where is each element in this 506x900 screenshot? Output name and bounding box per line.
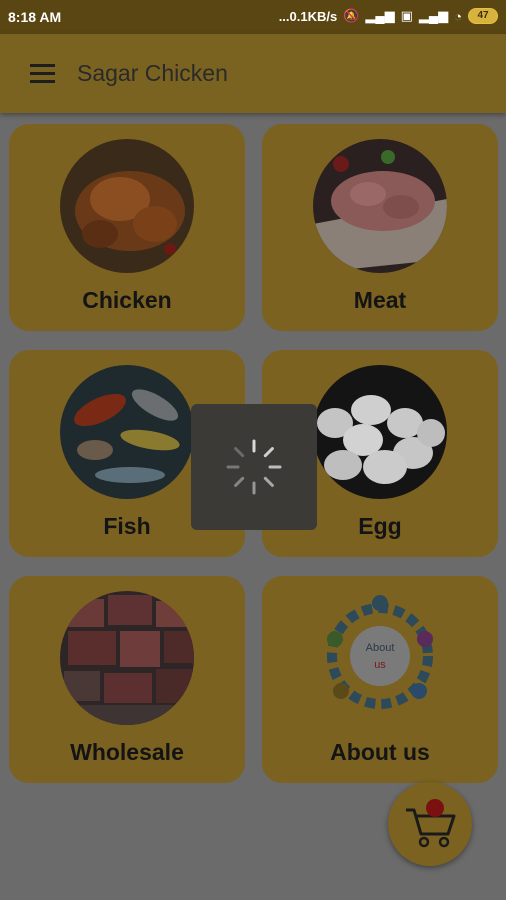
category-card-about-us[interactable]: About us About us — [262, 576, 498, 783]
category-card-chicken[interactable]: Chicken — [9, 124, 245, 331]
chicken-image — [60, 139, 194, 273]
fish-image — [60, 365, 194, 499]
wholesale-image — [60, 591, 194, 725]
status-icons: ...0.1KB/s 🔕 ▂▄▆ ▣ ▂▄▆ ◔ 47 — [279, 8, 498, 24]
signal-icon: ▂▄▆ — [365, 8, 395, 23]
category-label-meat: Meat — [353, 287, 407, 313]
category-card-wholesale[interactable]: Wholesale — [9, 576, 245, 783]
network-speed: ...0.1KB/s — [278, 8, 338, 24]
mute-icon: 🔕 — [343, 8, 360, 23]
status-bar: 8:18 AM ...0.1KB/s 🔕 ▂▄▆ ▣ ▂▄▆ ◔ 47 — [0, 0, 506, 34]
egg-image — [313, 365, 447, 499]
category-card-meat[interactable]: Meat — [262, 124, 498, 331]
cart-badge — [426, 799, 444, 817]
shopping-cart-icon — [406, 808, 456, 848]
svg-text:us: us — [374, 659, 386, 671]
meat-image — [313, 139, 447, 273]
app-title: Sagar Chicken — [77, 60, 228, 86]
battery-icon: 47 — [468, 8, 498, 24]
svg-text:About: About — [366, 642, 395, 654]
volte-icon: ▣ — [400, 8, 413, 23]
status-time: 8:18 AM — [8, 9, 62, 25]
hamburger-icon[interactable] — [30, 64, 55, 83]
category-label-chicken: Chicken — [82, 287, 172, 313]
spinner-icon — [226, 439, 282, 495]
wifi-icon: ◔ — [454, 8, 462, 24]
category-label-wholesale: Wholesale — [70, 739, 184, 765]
about-us-image: About us — [313, 591, 447, 725]
app-bar: Sagar Chicken — [0, 34, 506, 113]
category-label-about-us: About us — [330, 739, 430, 765]
signal-icon-2: ▂▄▆ — [418, 8, 449, 23]
cart-button[interactable] — [388, 782, 472, 866]
loading-dialog — [191, 404, 317, 530]
